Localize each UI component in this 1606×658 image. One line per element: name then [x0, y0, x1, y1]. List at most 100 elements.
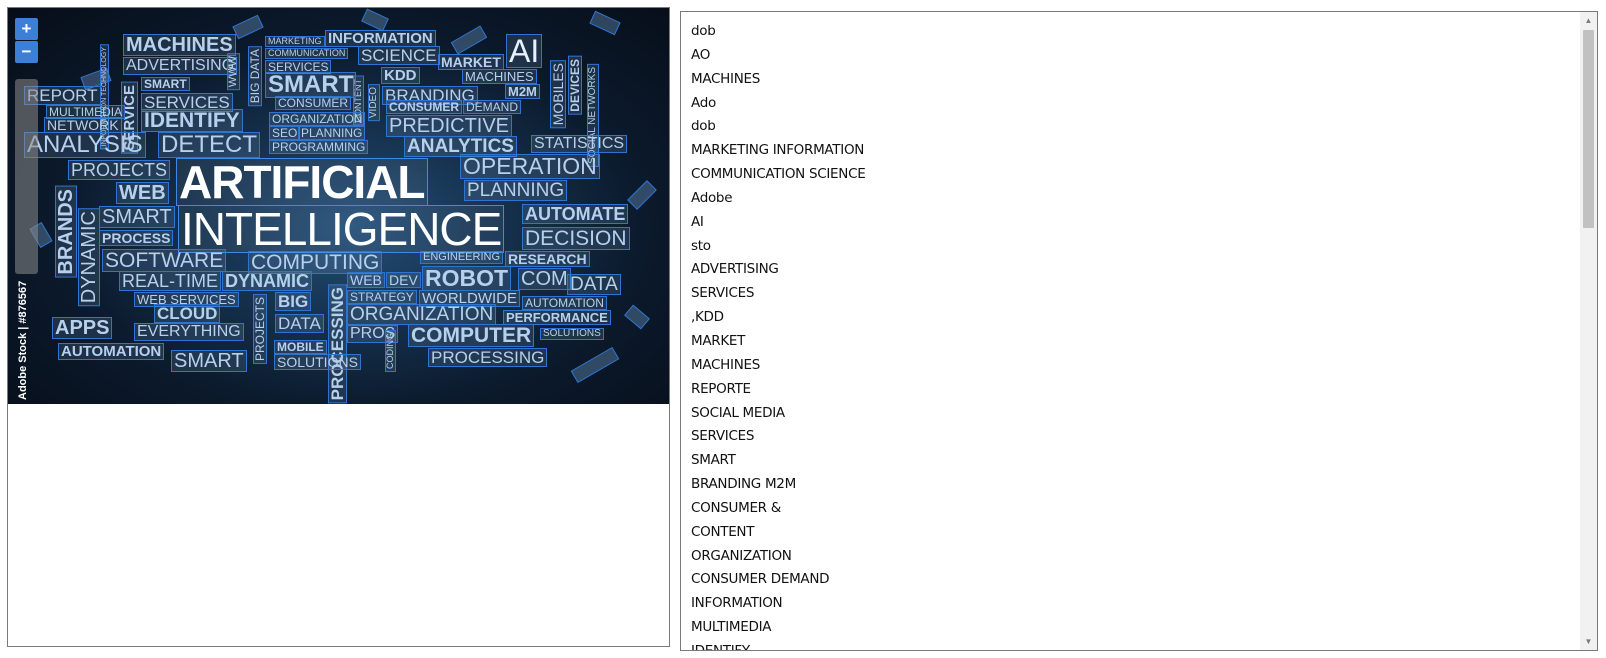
word-cloud-word: KDD [381, 67, 420, 84]
zoom-slider[interactable] [15, 79, 38, 274]
list-item[interactable]: ORGANIZATION [691, 545, 865, 569]
word-cloud-word: MARKET [438, 54, 504, 70]
word-cloud-word: STRATEGY [347, 290, 417, 304]
word-cloud-word: AUTOMATE [522, 204, 629, 224]
word-cloud-word: MACHINES [123, 34, 236, 56]
list-item[interactable]: IDENTIFY [691, 640, 865, 650]
word-cloud-word: DECISION [522, 227, 630, 250]
decorative-tag [627, 180, 657, 210]
list-item[interactable]: REPORTE [691, 378, 865, 402]
word-cloud-word: DEVICES [568, 56, 582, 115]
word-cloud-word: ENGINEERING [420, 251, 504, 264]
list-item[interactable]: AI [691, 211, 865, 235]
list-item[interactable]: CONSUMER & [691, 497, 865, 521]
decorative-tag [361, 8, 389, 32]
list-item[interactable]: dob [691, 115, 865, 139]
word-cloud-word: SOLUTIONS [274, 354, 361, 370]
word-cloud-word: PROCESSING [428, 348, 548, 367]
ocr-text-list-panel[interactable]: dob AO MACHINES Ado dob MARKETING INFORMATION… [680, 11, 1598, 651]
list-item[interactable]: AO [691, 44, 865, 68]
list-item[interactable]: SERVICES [691, 282, 865, 306]
word-cloud-word: DYNAMIC [222, 271, 312, 291]
list-item[interactable]: COMMUNICATION SCIENCE [691, 163, 866, 187]
word-cloud-word: DETECT [158, 132, 260, 158]
word-cloud-word: SMART [171, 350, 247, 372]
word-cloud-word: BIG DATA [248, 46, 262, 107]
list-item[interactable]: SOCIAL MEDIA [691, 402, 865, 426]
word-cloud-word: INFORMATION [325, 30, 436, 47]
word-cloud-word: PERFORMANCE [503, 310, 611, 325]
triangle-up-icon[interactable]: ▲ [1580, 12, 1597, 29]
word-cloud-word: SOLUTIONS [540, 328, 604, 340]
decorative-tag [232, 14, 264, 40]
list-item[interactable]: ADVERTISING [691, 258, 865, 282]
zoom-out-button[interactable]: − [15, 41, 38, 63]
word-cloud-word: EVERYTHING [134, 323, 244, 341]
list-item[interactable]: Adobe [691, 187, 865, 211]
list-item[interactable]: dob [691, 20, 865, 44]
word-cloud-word: SMART [141, 77, 190, 91]
list-item[interactable]: MACHINES [691, 354, 865, 378]
word-cloud-word: MACHINES [462, 69, 537, 84]
word-cloud-word: PROCESS [99, 230, 174, 246]
word-cloud-image[interactable]: MACHINES MARKETING INFORMATION COMMUNICA… [8, 8, 669, 404]
word-cloud-word: PLANNING [298, 126, 366, 140]
list-item[interactable]: BRANDING M2M [691, 473, 865, 497]
triangle-down-icon[interactable]: ▼ [1580, 633, 1597, 650]
list-item[interactable]: SERVICES [691, 425, 865, 449]
word-cloud-word: MARKETING [265, 36, 325, 47]
word-cloud-word: SMART [265, 72, 357, 98]
stock-watermark: Adobe Stock | #876567 [17, 280, 29, 400]
word-cloud-word: DATA [567, 274, 621, 295]
word-cloud-word: ADVERTISING [123, 57, 238, 75]
decorative-tag [450, 25, 488, 55]
decorative-tag [570, 346, 620, 384]
list-item[interactable]: Ado [691, 92, 865, 116]
image-viewer[interactable]: MACHINES MARKETING INFORMATION COMMUNICA… [7, 7, 670, 647]
word-cloud-word: SCIENCE [358, 46, 440, 65]
list-item[interactable]: ,KDD [691, 306, 865, 330]
list-item[interactable]: SMART [691, 449, 865, 473]
word-cloud-word: PREDICTIVE [386, 115, 513, 137]
word-cloud-word: PLANNING [464, 180, 568, 201]
word-cloud-word: SEO [269, 126, 301, 140]
zoom-in-button[interactable]: + [15, 18, 38, 40]
list-item[interactable]: MACHINES [691, 68, 865, 92]
word-cloud-word: VIDEO [368, 84, 380, 122]
word-cloud-word: ORGANIZATION [269, 112, 366, 126]
word-cloud-word: COMMUNICATION [265, 48, 349, 59]
word-cloud-word: SMART [99, 206, 175, 228]
list-item[interactable]: CONTENT [691, 521, 865, 545]
word-cloud-word: ORGANIZATION [347, 304, 497, 325]
list-item[interactable]: MULTIMEDIA [691, 616, 865, 640]
word-cloud-word: MOBILES [550, 60, 566, 129]
word-cloud-word: M2M [505, 84, 540, 99]
word-cloud-word: ANALYSIS [24, 132, 146, 158]
vertical-scrollbar[interactable]: ▲ ▼ [1580, 12, 1597, 650]
word-cloud-word: DEV [386, 272, 421, 288]
word-cloud-word: PROGRAMMING [269, 140, 369, 154]
word-cloud-word: DEMAND [463, 100, 522, 114]
word-cloud-word: PROCESSING [328, 284, 347, 404]
word-cloud-word: OPERATION [460, 154, 600, 179]
word-cloud-word: PROJECTS [253, 294, 267, 365]
scrollbar-thumb[interactable] [1583, 30, 1594, 228]
list-item[interactable]: INFORMATION [691, 592, 865, 616]
list-item[interactable]: MARKET [691, 330, 865, 354]
word-cloud-word: ROBOT [422, 266, 512, 291]
word-cloud-word: DYNAMIC [78, 208, 100, 307]
word-cloud-word: APPS [52, 317, 113, 339]
decorative-tag [589, 10, 621, 36]
list-item[interactable]: MARKETING INFORMATION [691, 139, 865, 163]
word-cloud-word: AUTOMATION [522, 296, 607, 310]
word-cloud-word: CLOUD [154, 304, 221, 323]
list-item[interactable]: CONSUMER DEMAND [691, 568, 865, 592]
word-cloud-word: CONSUMER [275, 96, 352, 110]
list-item[interactable]: sto [691, 235, 865, 259]
word-cloud-word: WEB [116, 182, 169, 204]
word-cloud-word: CODING [385, 330, 396, 372]
ocr-text-list: dob AO MACHINES Ado dob MARKETING INFORMATION… [691, 20, 866, 650]
word-cloud-word: COMPUTER [408, 324, 535, 347]
word-cloud-word: AI [506, 34, 543, 68]
word-cloud-word: RESEARCH [505, 251, 590, 267]
